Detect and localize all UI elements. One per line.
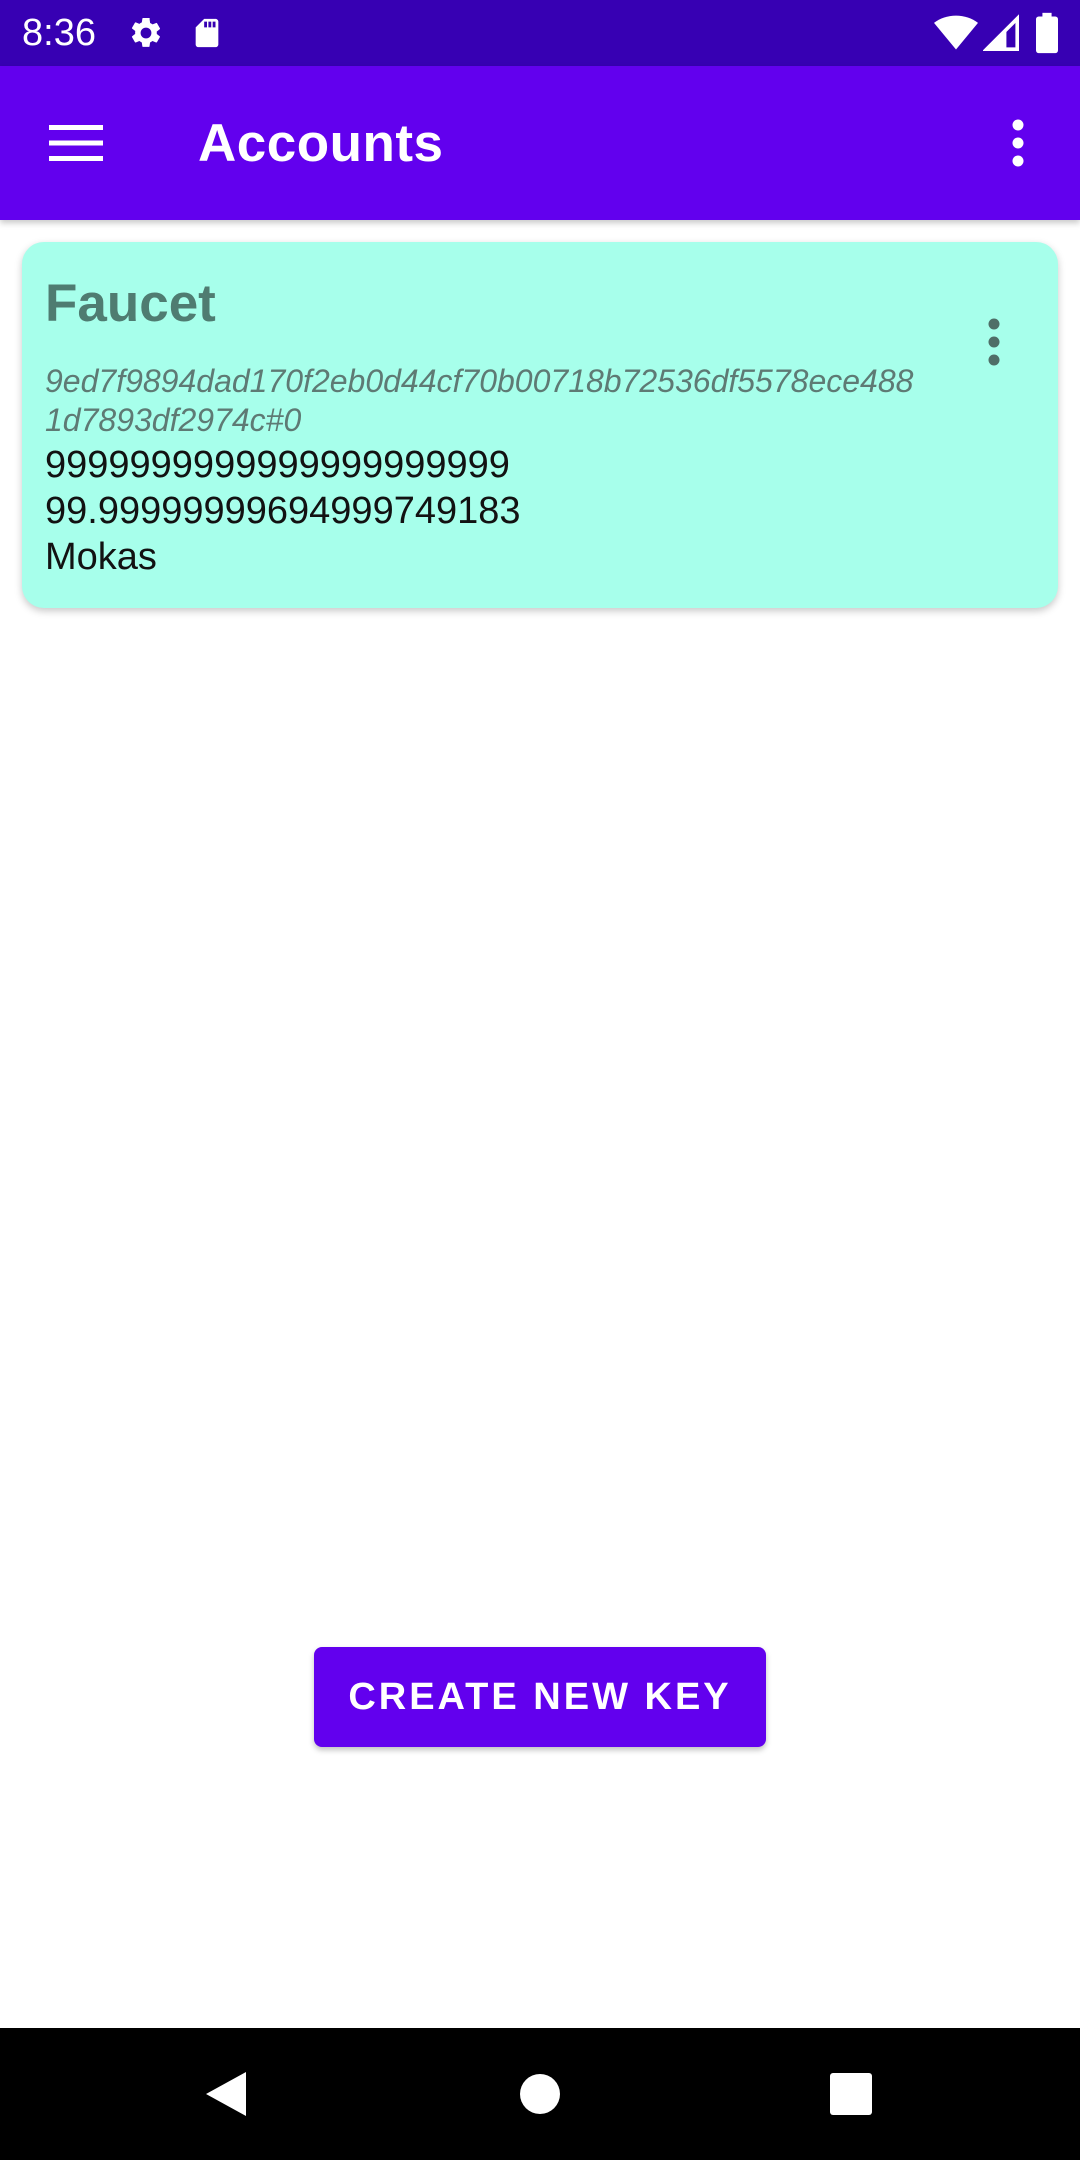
battery-icon xyxy=(1036,12,1058,59)
account-name: Faucet xyxy=(45,274,216,333)
home-icon[interactable] xyxy=(500,2054,580,2134)
signal-icon xyxy=(982,14,1019,57)
create-new-key-button[interactable]: CREATE NEW KEY xyxy=(314,1647,766,1747)
accounts-list: Faucet 9ed7f9894dad170f2eb0d44cf70b00718… xyxy=(0,220,1080,2028)
account-detail-line-2: 99.99999999694999749183 xyxy=(45,490,521,532)
back-icon[interactable] xyxy=(186,2054,266,2134)
status-time: 8:36 xyxy=(22,12,96,54)
page-title: Accounts xyxy=(198,114,444,173)
gear-icon xyxy=(128,15,164,56)
account-card[interactable]: Faucet 9ed7f9894dad170f2eb0d44cf70b00718… xyxy=(22,242,1058,608)
hamburger-menu-icon[interactable] xyxy=(36,109,116,177)
more-vert-icon[interactable] xyxy=(990,109,1046,177)
app-bar: Accounts xyxy=(0,66,1080,220)
account-details: 9999999999999999999999 99.99999999694999… xyxy=(45,442,521,580)
navigation-bar xyxy=(0,2028,1080,2160)
account-more-vert-icon[interactable] xyxy=(964,304,1024,380)
wifi-icon xyxy=(934,14,978,57)
accounts-screen: 8:36 Accounts Faucet 9ed7f9894dad170f2eb… xyxy=(0,0,1080,2160)
account-detail-line-3: Mokas xyxy=(45,536,157,578)
account-key: 9ed7f9894dad170f2eb0d44cf70b00718b72536d… xyxy=(45,363,914,438)
status-bar: 8:36 xyxy=(0,0,1080,66)
recents-icon[interactable] xyxy=(811,2054,891,2134)
account-detail-line-1: 9999999999999999999999 xyxy=(45,444,510,486)
sd-card-icon xyxy=(190,15,224,56)
